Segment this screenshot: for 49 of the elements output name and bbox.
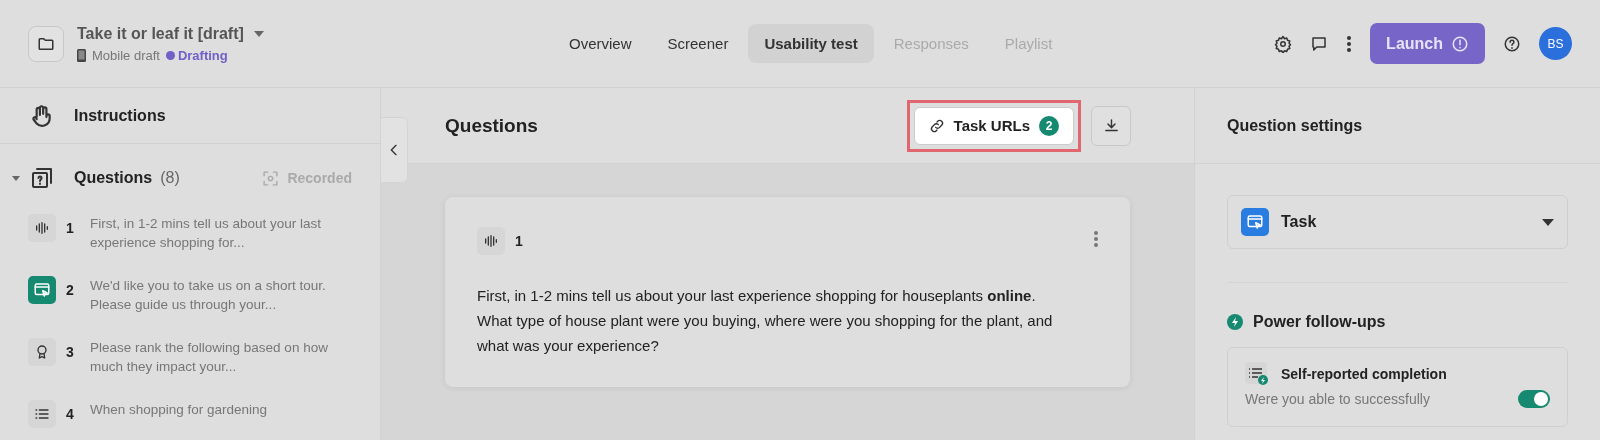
lightning-icon <box>1227 314 1243 330</box>
toggle-switch[interactable] <box>1518 390 1550 408</box>
question-square-icon <box>30 166 54 190</box>
list-icon <box>34 406 50 422</box>
nav-tab[interactable]: Usability test <box>748 24 874 63</box>
question-item[interactable]: 4 When shopping for gardening <box>0 388 380 440</box>
user-avatar[interactable]: BS <box>1539 27 1572 60</box>
folder-button[interactable] <box>28 25 64 62</box>
question-text: First, in 1-2 mins tell us about your last experience shopping for houseplants online. What type of house plant were you buying, where were you shopping for the plant, and what was your experience? <box>477 286 1054 356</box>
question-item[interactable]: 1 First, in 1-2 mins tell us about your last experience shopping for... <box>0 202 380 264</box>
device-label: Mobile draft <box>92 47 160 63</box>
download-icon <box>1102 117 1120 134</box>
status-dot-icon <box>165 50 175 60</box>
instructions-label[interactable]: Instructions <box>74 106 166 125</box>
alert-icon <box>1451 34 1469 53</box>
comment-icon[interactable] <box>1310 34 1329 53</box>
followup-question: Were you able to successfully <box>1245 391 1430 407</box>
task-urls-button[interactable]: Task URLs 2 <box>913 106 1074 145</box>
settings-icon[interactable] <box>1274 34 1293 53</box>
help-icon[interactable] <box>1503 34 1521 53</box>
question-item[interactable]: 3 Please rank the following based on how much they impact your... <box>0 326 380 388</box>
power-followups-heading: Power follow-ups <box>1253 313 1386 331</box>
record-frame-icon <box>262 169 280 187</box>
caret-down-icon[interactable] <box>12 175 20 181</box>
ribbon-badge-icon <box>34 344 50 360</box>
project-title: Take it or leaf it [draft] <box>77 24 244 43</box>
launch-button[interactable]: Launch <box>1370 23 1485 64</box>
settings-title: Question settings <box>1195 88 1600 164</box>
download-button[interactable] <box>1091 105 1131 146</box>
link-icon <box>928 117 945 134</box>
phone-icon <box>77 48 86 62</box>
status-label: Drafting <box>165 47 228 63</box>
waveform-icon <box>34 220 50 236</box>
question-item[interactable]: 2 We'd like you to take us on a short tour. Please guide us through your... <box>0 264 380 326</box>
question-type-select[interactable]: Task <box>1227 195 1568 249</box>
question-card: 1 First, in 1-2 mins tell us about your last experience shopping for houseplants online. What type of house plant were you buying, where were you shopping for the plant, and what was your experience? <box>445 197 1130 387</box>
nav-tab[interactable]: Overview <box>553 24 648 63</box>
caret-down-icon <box>1542 218 1554 226</box>
nav-tab[interactable]: Screener <box>651 24 745 63</box>
questions-count: (8) <box>160 169 180 187</box>
caret-down-icon[interactable] <box>253 30 264 37</box>
questions-title: Questions <box>445 114 538 137</box>
followup-title: Self-reported completion <box>1281 366 1447 382</box>
waveform-icon <box>483 233 499 249</box>
questions-heading: Questions <box>74 169 153 187</box>
browser-cursor-icon <box>33 281 51 299</box>
more-icon[interactable] <box>1346 34 1353 53</box>
browser-cursor-icon <box>1246 213 1264 231</box>
list-lightning-icon <box>1245 362 1269 386</box>
